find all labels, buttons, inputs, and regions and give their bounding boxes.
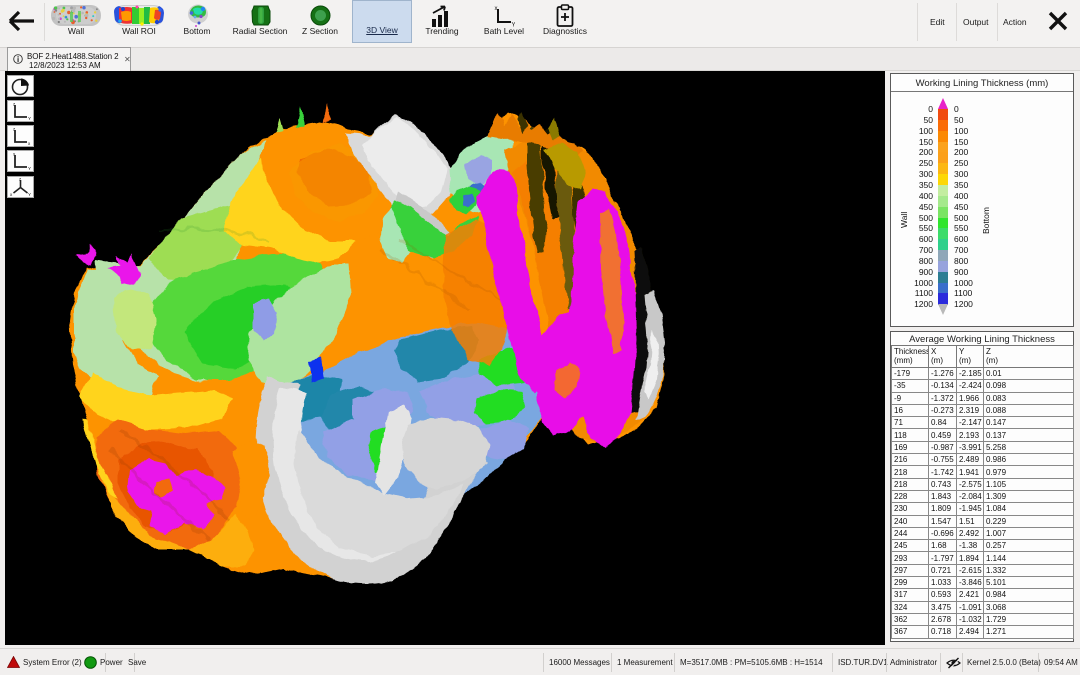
svg-text:x: x: [495, 6, 498, 12]
svg-text:Y: Y: [28, 192, 31, 197]
svg-text:Y: Y: [28, 166, 31, 171]
svg-text:x: x: [28, 141, 31, 146]
svg-text:Y: Y: [512, 23, 516, 28]
svg-text:x: x: [10, 192, 13, 197]
svg-text:Y: Y: [28, 116, 31, 121]
svg-text:z: z: [19, 177, 22, 182]
